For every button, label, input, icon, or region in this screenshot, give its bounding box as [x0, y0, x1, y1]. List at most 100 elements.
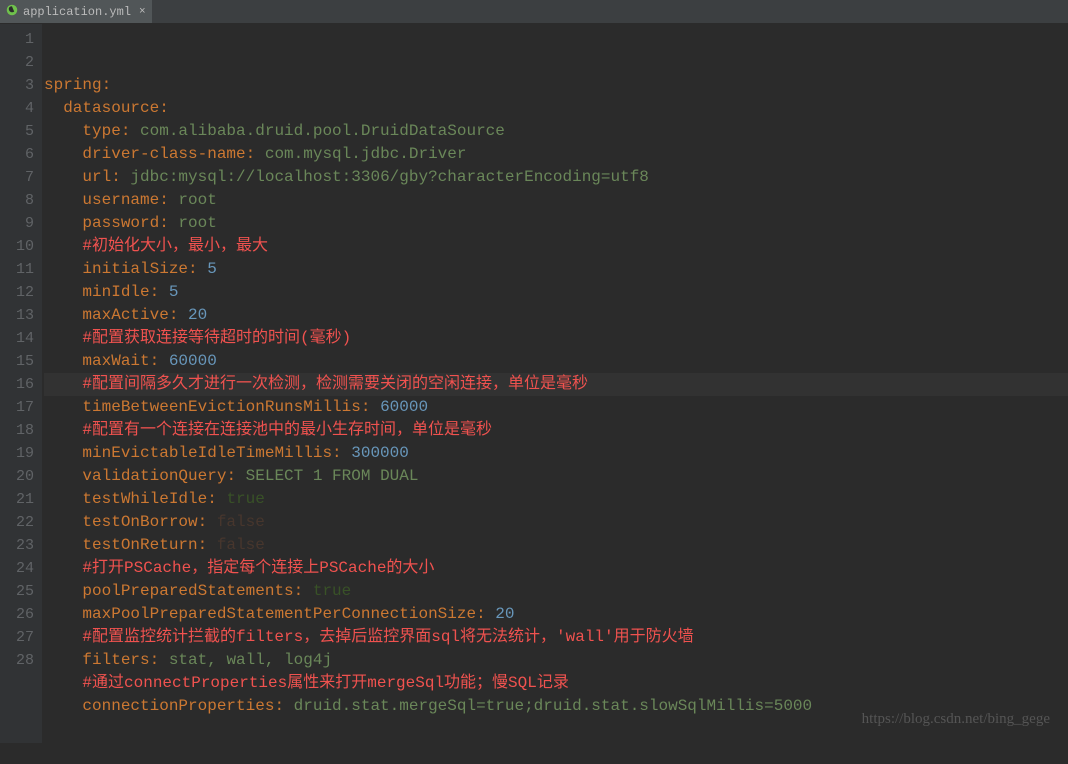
code-token: #配置获取连接等待超时的时间(毫秒)	[82, 329, 351, 347]
code-line[interactable]: #通过connectProperties属性来打开mergeSql功能；慢SQL…	[44, 672, 1068, 695]
code-line[interactable]: datasource:	[44, 97, 1068, 120]
line-number: 9	[0, 212, 34, 235]
line-number: 13	[0, 304, 34, 327]
code-line[interactable]: #打开PSCache，指定每个连接上PSCache的大小	[44, 557, 1068, 580]
line-number: 26	[0, 603, 34, 626]
code-line[interactable]: testOnReturn: false	[44, 534, 1068, 557]
line-number: 17	[0, 396, 34, 419]
code-line[interactable]: testWhileIdle: true	[44, 488, 1068, 511]
code-token: maxActive	[82, 306, 168, 324]
code-line[interactable]: validationQuery: SELECT 1 FROM DUAL	[44, 465, 1068, 488]
code-token: :	[226, 467, 245, 485]
code-token: maxPoolPreparedStatementPerConnectionSiz…	[82, 605, 476, 623]
code-token: 60000	[380, 398, 428, 416]
code-token: testOnReturn	[82, 536, 197, 554]
code-line[interactable]: #配置获取连接等待超时的时间(毫秒)	[44, 327, 1068, 350]
tab-filename: application.yml	[23, 5, 131, 19]
code-line[interactable]: #配置间隔多久才进行一次检测，检测需要关闭的空闲连接，单位是毫秒	[44, 373, 1068, 396]
code-line[interactable]: driver-class-name: com.mysql.jdbc.Driver	[44, 143, 1068, 166]
code-token	[44, 398, 82, 416]
code-token: false	[217, 536, 265, 554]
code-token	[44, 237, 82, 255]
code-token	[44, 536, 82, 554]
code-token	[44, 697, 82, 715]
code-token: true	[313, 582, 351, 600]
code-line[interactable]: type: com.alibaba.druid.pool.DruidDataSo…	[44, 120, 1068, 143]
code-line[interactable]: username: root	[44, 189, 1068, 212]
code-line[interactable]: password: root	[44, 212, 1068, 235]
code-token: :	[111, 168, 130, 186]
line-number: 25	[0, 580, 34, 603]
code-line[interactable]: poolPreparedStatements: true	[44, 580, 1068, 603]
code-line[interactable]: testOnBorrow: false	[44, 511, 1068, 534]
code-line[interactable]: #初始化大小，最小，最大	[44, 235, 1068, 258]
code-token: filters	[82, 651, 149, 669]
code-token: :	[246, 145, 265, 163]
code-token	[44, 283, 82, 301]
code-token: :	[294, 582, 313, 600]
code-token: 5	[169, 283, 179, 301]
code-token: :	[159, 214, 178, 232]
code-token	[44, 605, 82, 623]
code-editor[interactable]: 1234567891011121314151617181920212223242…	[0, 24, 1068, 743]
code-token: 300000	[351, 444, 409, 462]
line-number: 15	[0, 350, 34, 373]
code-token: timeBetweenEvictionRunsMillis	[82, 398, 360, 416]
code-token	[44, 375, 82, 393]
code-token: :	[150, 352, 169, 370]
line-number: 6	[0, 143, 34, 166]
code-line[interactable]: minEvictableIdleTimeMillis: 300000	[44, 442, 1068, 465]
code-token: #配置间隔多久才进行一次检测，检测需要关闭的空闲连接，单位是毫秒	[82, 375, 588, 393]
code-line[interactable]: spring:	[44, 74, 1068, 97]
code-line[interactable]: timeBetweenEvictionRunsMillis: 60000	[44, 396, 1068, 419]
file-tab[interactable]: application.yml ×	[0, 0, 152, 23]
code-line[interactable]: maxWait: 60000	[44, 350, 1068, 373]
close-icon[interactable]: ×	[139, 6, 146, 18]
code-token: SELECT 1 FROM DUAL	[246, 467, 419, 485]
code-token: #配置监控统计拦截的filters，去掉后监控界面sql将无法统计，'wall'…	[82, 628, 693, 646]
code-token: :	[169, 306, 188, 324]
line-number: 24	[0, 557, 34, 580]
line-number: 28	[0, 649, 34, 672]
line-number-gutter: 1234567891011121314151617181920212223242…	[0, 24, 42, 743]
code-line[interactable]: initialSize: 5	[44, 258, 1068, 281]
line-number: 12	[0, 281, 34, 304]
line-number: 23	[0, 534, 34, 557]
code-token: :	[121, 122, 140, 140]
line-number: 11	[0, 258, 34, 281]
code-line[interactable]: #配置有一个连接在连接池中的最小生存时间，单位是毫秒	[44, 419, 1068, 442]
code-token: root	[178, 191, 216, 209]
code-token: maxWait	[82, 352, 149, 370]
code-token: jdbc:mysql://localhost:3306/gby?characte…	[130, 168, 648, 186]
code-area[interactable]: spring: datasource: type: com.alibaba.dr…	[42, 24, 1068, 743]
code-token: spring	[44, 76, 102, 94]
code-line[interactable]: maxActive: 20	[44, 304, 1068, 327]
line-number: 3	[0, 74, 34, 97]
code-line[interactable]: maxPoolPreparedStatementPerConnectionSiz…	[44, 603, 1068, 626]
code-token	[44, 490, 82, 508]
code-line[interactable]: minIdle: 5	[44, 281, 1068, 304]
code-token: type	[82, 122, 120, 140]
code-token: :	[476, 605, 495, 623]
line-number: 7	[0, 166, 34, 189]
line-number: 18	[0, 419, 34, 442]
code-token: :	[159, 99, 169, 117]
code-token: datasource	[63, 99, 159, 117]
code-line[interactable]: filters: stat, wall, log4j	[44, 649, 1068, 672]
line-number: 20	[0, 465, 34, 488]
code-token: testWhileIdle	[82, 490, 207, 508]
line-number: 8	[0, 189, 34, 212]
code-token	[44, 674, 82, 692]
line-number: 10	[0, 235, 34, 258]
code-line[interactable]: url: jdbc:mysql://localhost:3306/gby?cha…	[44, 166, 1068, 189]
code-token	[44, 306, 82, 324]
code-token: :	[150, 651, 169, 669]
code-token	[44, 513, 82, 531]
line-number: 1	[0, 28, 34, 51]
code-token: false	[217, 513, 265, 531]
code-line[interactable]: #配置监控统计拦截的filters，去掉后监控界面sql将无法统计，'wall'…	[44, 626, 1068, 649]
code-token: true	[226, 490, 264, 508]
watermark-text: https://blog.csdn.net/bing_gege	[862, 708, 1050, 731]
code-token: 20	[495, 605, 514, 623]
line-number: 27	[0, 626, 34, 649]
